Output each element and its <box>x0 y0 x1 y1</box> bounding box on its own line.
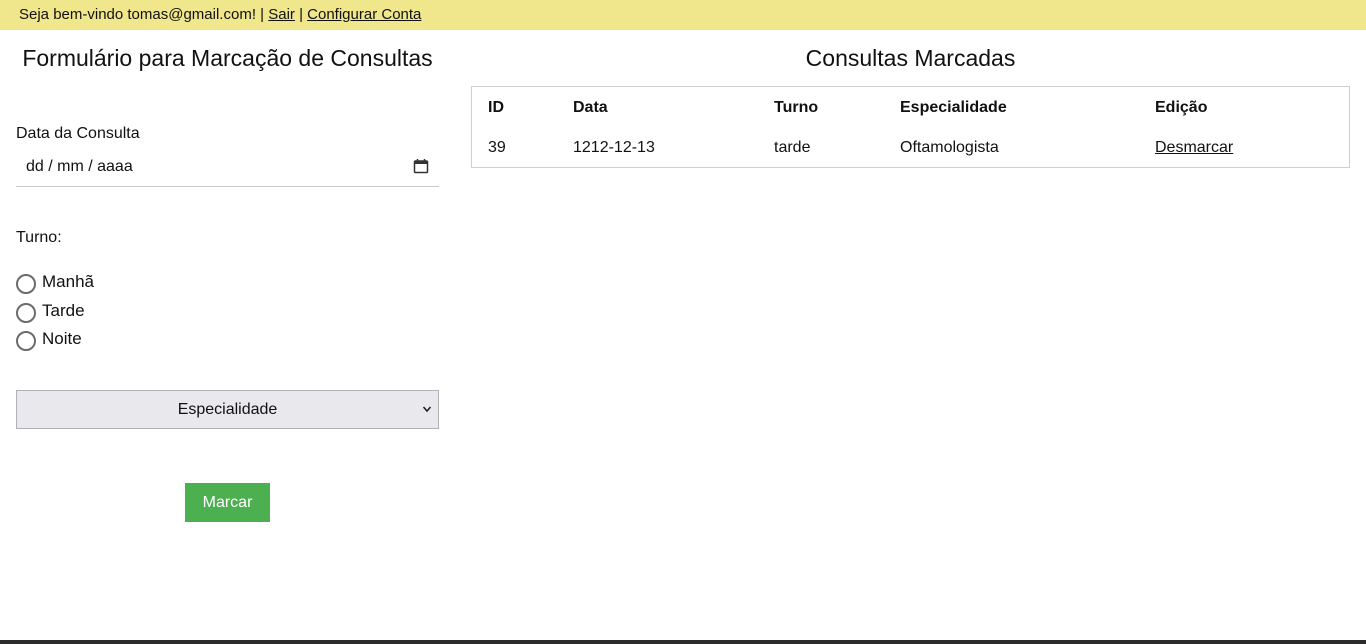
turno-label: Turno: <box>16 229 62 246</box>
calendar-icon[interactable] <box>413 158 429 174</box>
cancel-appointment-link[interactable]: Desmarcar <box>1155 128 1233 168</box>
chevron-down-icon <box>422 406 432 413</box>
column-header-turno: Turno <box>774 99 819 116</box>
cell-date: 1212-12-13 <box>573 139 655 156</box>
date-label: Data da Consulta <box>16 125 140 142</box>
radio-manha[interactable]: Manhã <box>16 269 94 295</box>
cell-specialty: Oftamologista <box>900 139 999 156</box>
appointments-table: ID Data Turno Especialidade Edição 39 12… <box>471 86 1350 168</box>
radio-circle[interactable] <box>16 273 36 294</box>
submit-button[interactable]: Marcar <box>185 483 270 522</box>
date-input[interactable]: dd / mm / aaaa <box>16 153 439 187</box>
welcome-text: Seja bem-vindo tomas@gmail.com! | <box>19 6 265 23</box>
radio-label: Manhã <box>42 272 94 291</box>
appointments-section: Consultas Marcadas ID Data Turno Especia… <box>471 40 1350 168</box>
specialty-select[interactable]: Especialidade <box>16 390 439 429</box>
column-header-id: ID <box>488 99 504 116</box>
radio-noite[interactable]: Noite <box>16 326 82 352</box>
radio-tarde[interactable]: Tarde <box>16 298 85 324</box>
account-settings-link[interactable]: Configurar Conta <box>307 6 421 23</box>
separator: | <box>299 6 303 23</box>
window-bottom-edge <box>0 640 1366 644</box>
form-title: Formulário para Marcação de Consultas <box>22 45 433 71</box>
table-header-row: ID Data Turno Especialidade Edição <box>472 88 1349 128</box>
column-header-specialty: Especialidade <box>900 99 1007 116</box>
cell-id: 39 <box>488 139 506 156</box>
date-placeholder: dd / mm / aaaa <box>26 158 133 175</box>
column-header-date: Data <box>573 99 608 116</box>
column-header-edit: Edição <box>1155 99 1208 116</box>
table-row: 39 1212-12-13 tarde Oftamologista Desmar… <box>472 128 1349 168</box>
appointments-title: Consultas Marcadas <box>805 45 1016 71</box>
appointment-form: Formulário para Marcação de Consultas Da… <box>16 40 439 522</box>
cell-turno: tarde <box>774 139 811 156</box>
radio-circle[interactable] <box>16 302 36 323</box>
radio-label: Noite <box>42 329 82 348</box>
logout-link[interactable]: Sair <box>268 6 295 23</box>
radio-circle[interactable] <box>16 330 36 351</box>
top-bar: Seja bem-vindo tomas@gmail.com! | Sair |… <box>0 0 1366 30</box>
specialty-select-value: Especialidade <box>177 401 278 418</box>
radio-label: Tarde <box>42 301 85 320</box>
